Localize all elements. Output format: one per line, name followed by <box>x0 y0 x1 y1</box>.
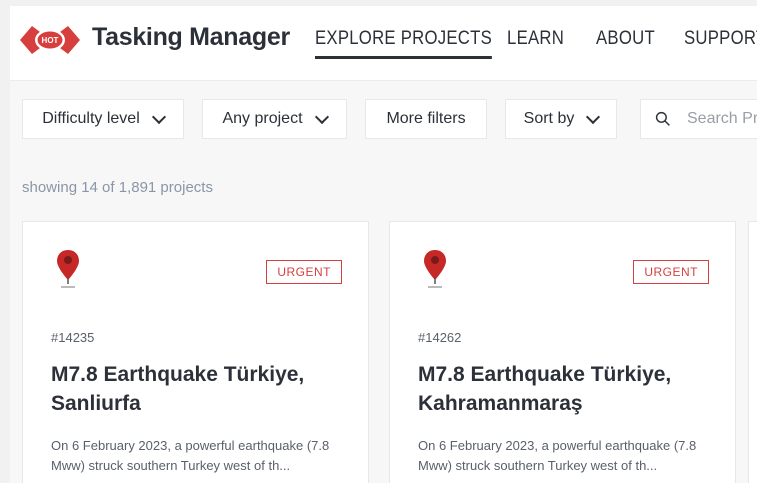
project-description: On 6 February 2023, a powerful earthquak… <box>418 438 697 473</box>
hot-logo-icon[interactable]: HOT <box>20 22 80 58</box>
search-box[interactable] <box>640 99 757 139</box>
project-card[interactable]: URGENT #14235 M7.8 Earthquake Türkiye, S… <box>22 221 369 483</box>
difficulty-dropdown[interactable]: Difficulty level <box>22 99 184 139</box>
sort-dropdown[interactable]: Sort by <box>505 99 617 139</box>
nav-support[interactable]: SUPPORT <box>684 28 757 50</box>
nav-about[interactable]: ABOUT <box>596 28 655 50</box>
project-dropdown[interactable]: Any project <box>202 99 347 139</box>
map-pin-icon <box>424 250 446 288</box>
project-count: showing 14 of 1,891 projects <box>22 179 213 196</box>
more-filters-label: More filters <box>386 110 466 127</box>
sort-label: Sort by <box>523 110 575 127</box>
filter-bar: Difficulty level Any project More filter… <box>10 81 757 162</box>
search-icon <box>655 111 670 126</box>
chevron-down-icon <box>151 109 166 124</box>
app-frame: HOT Tasking Manager EXPLORE PROJECTS LEA… <box>10 6 757 483</box>
app-title[interactable]: Tasking Manager <box>92 23 290 52</box>
project-listing: showing 14 of 1,891 projects URGENT #142… <box>10 161 757 483</box>
chevron-down-icon <box>314 109 329 124</box>
project-description: On 6 February 2023, a powerful earthquak… <box>51 438 330 473</box>
project-title[interactable]: M7.8 Earthquake Türkiye, Kahramanmaraş <box>418 360 718 418</box>
nav-explore-projects[interactable]: EXPLORE PROJECTS <box>315 28 493 59</box>
nav-learn[interactable]: LEARN <box>507 28 564 50</box>
top-header: HOT Tasking Manager EXPLORE PROJECTS LEA… <box>10 6 757 81</box>
urgent-badge: URGENT <box>633 260 709 284</box>
urgent-badge: URGENT <box>266 260 342 284</box>
project-title[interactable]: M7.8 Earthquake Türkiye, Sanliurfa <box>51 360 351 418</box>
project-id: #14235 <box>51 330 95 345</box>
difficulty-label: Difficulty level <box>42 110 140 127</box>
chevron-down-icon <box>586 109 601 124</box>
more-filters-button[interactable]: More filters <box>365 99 487 139</box>
project-id: #14262 <box>418 330 462 345</box>
logo-text: HOT <box>42 36 59 45</box>
project-label: Any project <box>222 110 303 127</box>
project-card-partial[interactable] <box>748 221 757 483</box>
map-pin-icon <box>57 250 79 288</box>
project-card[interactable]: URGENT #14262 M7.8 Earthquake Türkiye, K… <box>389 221 736 483</box>
search-input[interactable] <box>685 109 757 129</box>
